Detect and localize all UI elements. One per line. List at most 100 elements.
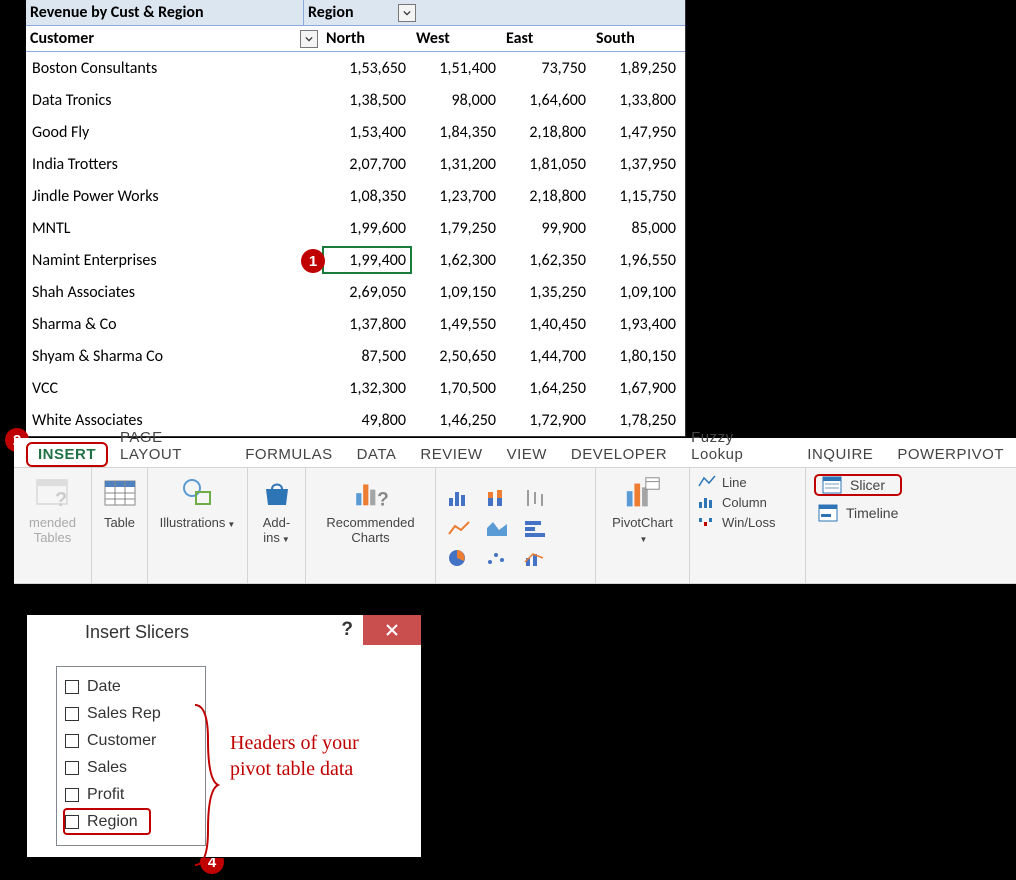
cell[interactable]: 1,84,350 <box>412 123 502 142</box>
cell[interactable]: 1,08,350 <box>322 187 412 206</box>
checkbox[interactable] <box>65 761 79 775</box>
cell[interactable]: 1,99,400 <box>322 246 412 274</box>
col-header-west[interactable]: West <box>412 26 502 51</box>
ribbon-tab-insert[interactable]: INSERT <box>26 442 108 467</box>
slicer-field-customer[interactable]: Customer <box>65 727 197 754</box>
cell[interactable]: 1,81,050 <box>502 155 592 174</box>
cell[interactable]: 98,000 <box>412 91 502 110</box>
cell[interactable]: 1,67,900 <box>592 379 682 398</box>
ribbon-tab-inquire[interactable]: INQUIRE <box>795 442 885 467</box>
col-header-south[interactable]: South <box>592 26 682 51</box>
cell[interactable]: 1,35,250 <box>502 283 592 302</box>
cell[interactable]: 2,69,050 <box>322 283 412 302</box>
sparkline-column-button[interactable]: Column <box>698 494 775 510</box>
sparkline-line-button[interactable]: Line <box>698 474 775 490</box>
addins-button[interactable]: Add- ins▼ <box>248 468 306 583</box>
cell[interactable]: 1,44,700 <box>502 347 592 366</box>
cell[interactable]: 1,99,600 <box>322 219 412 238</box>
cell[interactable]: 1,23,700 <box>412 187 502 206</box>
ribbon-tab-data[interactable]: DATA <box>345 442 409 467</box>
row-label[interactable]: Good Fly <box>26 123 322 142</box>
cell[interactable]: 1,51,400 <box>412 59 502 78</box>
checkbox[interactable] <box>65 815 79 829</box>
cell[interactable]: 1,53,400 <box>322 123 412 142</box>
cell[interactable]: 2,18,800 <box>502 187 592 206</box>
row-label[interactable]: Shyam & Sharma Co <box>26 347 322 366</box>
stock-chart-icon[interactable] <box>523 488 547 508</box>
cell[interactable]: 1,79,250 <box>412 219 502 238</box>
ribbon-tab-page-layout[interactable]: PAGE LAYOUT <box>108 425 233 467</box>
slicer-field-region[interactable]: Region <box>63 808 151 835</box>
cell[interactable]: 2,07,700 <box>322 155 412 174</box>
cell[interactable]: 1,80,150 <box>592 347 682 366</box>
slicer-button[interactable]: Slicer <box>814 474 902 496</box>
cell[interactable]: 1,33,800 <box>592 91 682 110</box>
checkbox[interactable] <box>65 707 79 721</box>
sparkline-winloss-button[interactable]: Win/Loss <box>698 514 775 530</box>
checkbox[interactable] <box>65 680 79 694</box>
ribbon-tab-view[interactable]: VIEW <box>495 442 559 467</box>
cell[interactable]: 1,32,300 <box>322 379 412 398</box>
pivotchart-button[interactable]: PivotChart▼ <box>596 468 690 583</box>
cell[interactable]: 85,000 <box>592 219 682 238</box>
row-label[interactable]: India Trotters <box>26 155 322 174</box>
cell[interactable]: 1,37,950 <box>592 155 682 174</box>
scatter-chart-icon[interactable] <box>485 548 509 568</box>
bar-chart-icon[interactable] <box>447 488 471 508</box>
recommended-charts-button[interactable]: ? Recommended Charts <box>306 468 436 583</box>
cell[interactable]: 1,89,250 <box>592 59 682 78</box>
ribbon-tab-fuzzy-lookup[interactable]: Fuzzy Lookup <box>679 425 795 467</box>
cell[interactable]: 1,78,250 <box>592 411 682 430</box>
row-label[interactable]: Namint Enterprises <box>26 251 322 270</box>
cell[interactable]: 1,93,400 <box>592 315 682 334</box>
slicer-field-sales-rep[interactable]: Sales Rep <box>65 700 197 727</box>
cell[interactable]: 2,50,650 <box>412 347 502 366</box>
close-button[interactable] <box>363 615 421 645</box>
cell[interactable]: 1,31,200 <box>412 155 502 174</box>
cell[interactable]: 1,15,750 <box>592 187 682 206</box>
row-label[interactable]: VCC <box>26 379 322 398</box>
slicer-field-sales[interactable]: Sales <box>65 754 197 781</box>
ribbon-tab-powerpivot[interactable]: POWERPIVOT <box>885 442 1016 467</box>
row-label[interactable]: Sharma & Co <box>26 315 322 334</box>
ribbon-tab-formulas[interactable]: FORMULAS <box>233 442 344 467</box>
checkbox[interactable] <box>65 788 79 802</box>
pie-chart-icon[interactable] <box>447 548 471 568</box>
ribbon-tab-developer[interactable]: DEVELOPER <box>559 442 679 467</box>
cell[interactable]: 1,64,600 <box>502 91 592 110</box>
ribbon-tab-review[interactable]: REVIEW <box>408 442 494 467</box>
row-label[interactable]: Shah Associates <box>26 283 322 302</box>
cell[interactable]: 49,800 <box>322 411 412 430</box>
illustrations-button[interactable]: Illustrations▼ <box>148 468 248 583</box>
col-header-east[interactable]: East <box>502 26 592 51</box>
cell[interactable]: 1,09,100 <box>592 283 682 302</box>
area-chart-icon[interactable] <box>485 518 509 538</box>
cell[interactable]: 1,38,500 <box>322 91 412 110</box>
row-label[interactable]: Jindle Power Works <box>26 187 322 206</box>
table-button[interactable]: Table <box>92 468 148 583</box>
row-label[interactable]: Boston Consultants <box>26 59 322 78</box>
help-icon[interactable]: ? <box>341 619 353 641</box>
row-label[interactable]: Data Tronics <box>26 91 322 110</box>
cell[interactable]: 1,47,950 <box>592 123 682 142</box>
cell[interactable]: 1,62,350 <box>502 251 592 270</box>
combo-chart-icon[interactable] <box>523 548 547 568</box>
cell[interactable]: 99,900 <box>502 219 592 238</box>
cell[interactable]: 1,70,500 <box>412 379 502 398</box>
cell[interactable]: 1,72,900 <box>502 411 592 430</box>
cell[interactable]: 1,64,250 <box>502 379 592 398</box>
row-label[interactable]: MNTL <box>26 219 322 238</box>
checkbox[interactable] <box>65 734 79 748</box>
cell[interactable]: 2,18,800 <box>502 123 592 142</box>
customer-filter-dropdown[interactable] <box>300 30 318 48</box>
cell[interactable]: 1,40,450 <box>502 315 592 334</box>
timeline-button[interactable]: Timeline <box>814 504 902 522</box>
col-header-north[interactable]: North <box>322 26 412 51</box>
cell[interactable]: 87,500 <box>322 347 412 366</box>
stacked-bar-icon[interactable] <box>485 488 509 508</box>
cell[interactable]: 1,62,300 <box>412 251 502 270</box>
bar-h-icon[interactable] <box>523 518 547 538</box>
cell[interactable]: 1,49,550 <box>412 315 502 334</box>
line-chart-icon[interactable] <box>447 518 471 538</box>
cell[interactable]: 1,37,800 <box>322 315 412 334</box>
